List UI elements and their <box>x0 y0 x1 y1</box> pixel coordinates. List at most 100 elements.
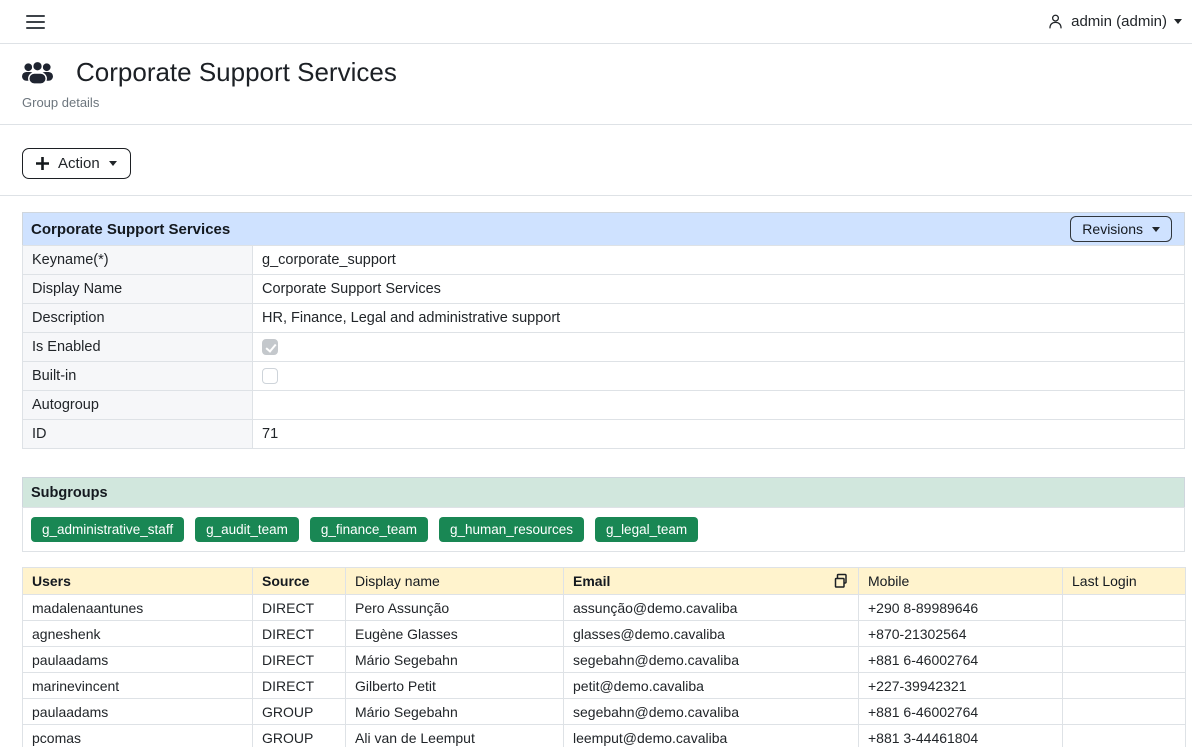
mobile-column-header: Mobile <box>859 568 1063 595</box>
subgroup-badge[interactable]: g_administrative_staff <box>31 517 184 542</box>
topbar: admin (admin) <box>0 0 1192 44</box>
subgroups-badges-row: g_administrative_staff g_audit_team g_fi… <box>22 507 1185 552</box>
cell-email: segebahn@demo.cavaliba <box>564 699 859 725</box>
user-row: pcomas GROUP Ali van de Leemput leemput@… <box>23 725 1186 747</box>
detail-row: Keyname(*) g_corporate_support <box>23 246 1185 275</box>
checkbox-checked <box>262 339 278 355</box>
email-column-label: Email <box>573 573 610 589</box>
detail-row: Display Name Corporate Support Services <box>23 275 1185 304</box>
group-users-icon <box>22 60 53 86</box>
email-column-header: Email <box>564 568 859 595</box>
revisions-button-label: Revisions <box>1082 221 1143 237</box>
cell-source: GROUP <box>253 699 346 725</box>
cell-last-login <box>1063 699 1186 725</box>
cell-source: DIRECT <box>253 595 346 621</box>
cell-last-login <box>1063 621 1186 647</box>
cell-username: paulaadams <box>23 699 253 725</box>
cell-display-name: Gilberto Petit <box>346 673 564 699</box>
detail-row: Is Enabled <box>23 333 1185 362</box>
cell-username: pcomas <box>23 725 253 747</box>
cell-email: glasses@demo.cavaliba <box>564 621 859 647</box>
cell-mobile: +881 3-44461804 <box>859 725 1063 747</box>
subgroup-badge[interactable]: g_human_resources <box>439 517 584 542</box>
display-name-column-header: Display name <box>346 568 564 595</box>
detail-row-label: Autogroup <box>23 391 253 420</box>
detail-row: Built-in <box>23 362 1185 391</box>
cell-mobile: +881 6-46002764 <box>859 699 1063 725</box>
person-icon <box>1047 13 1064 30</box>
cell-username: agneshenk <box>23 621 253 647</box>
detail-row-label: ID <box>23 420 253 449</box>
detail-row: ID 71 <box>23 420 1185 449</box>
detail-row-value: 71 <box>253 420 1185 449</box>
page-head: Corporate Support Services Group details <box>0 44 1192 110</box>
detail-row-label: Built-in <box>23 362 253 391</box>
users-column-header: Users <box>23 568 253 595</box>
detail-row-value: HR, Finance, Legal and administrative su… <box>253 304 1185 333</box>
cell-username: madalenaantunes <box>23 595 253 621</box>
subgroup-badge[interactable]: g_legal_team <box>595 517 698 542</box>
group-detail-panel: Corporate Support Services Revisions Key… <box>22 212 1185 449</box>
action-button-label: Action <box>58 155 100 172</box>
detail-row-label: Display Name <box>23 275 253 304</box>
copy-icon[interactable] <box>833 573 849 589</box>
detail-row: Description HR, Finance, Legal and admin… <box>23 304 1185 333</box>
revisions-dropdown-button[interactable]: Revisions <box>1070 216 1172 242</box>
cell-display-name: Mário Segebahn <box>346 647 564 673</box>
action-dropdown-button[interactable]: Action <box>22 148 131 179</box>
user-row: paulaadams DIRECT Mário Segebahn segebah… <box>23 647 1186 673</box>
cell-username: marinevincent <box>23 673 253 699</box>
page-subtitle: Group details <box>22 95 1170 110</box>
plus-icon <box>36 157 49 170</box>
checkbox-unchecked <box>262 368 278 384</box>
cell-email: leemput@demo.cavaliba <box>564 725 859 747</box>
last-login-column-header: Last Login <box>1063 568 1186 595</box>
detail-row-label: Description <box>23 304 253 333</box>
cell-last-login <box>1063 647 1186 673</box>
user-row: madalenaantunes DIRECT Pero Assunção ass… <box>23 595 1186 621</box>
cell-source: DIRECT <box>253 647 346 673</box>
page-title: Corporate Support Services <box>76 57 397 88</box>
cell-display-name: Ali van de Leemput <box>346 725 564 747</box>
cell-display-name: Mário Segebahn <box>346 699 564 725</box>
cell-source: GROUP <box>253 725 346 747</box>
cell-mobile: +870-21302564 <box>859 621 1063 647</box>
users-table: Users Source Display name Email Mo <box>22 567 1186 747</box>
detail-row-label: Is Enabled <box>23 333 253 362</box>
cell-mobile: +881 6-46002764 <box>859 647 1063 673</box>
subgroup-badge[interactable]: g_audit_team <box>195 517 299 542</box>
detail-row-value: g_corporate_support <box>253 246 1185 275</box>
cell-username: paulaadams <box>23 647 253 673</box>
subgroup-badge[interactable]: g_finance_team <box>310 517 428 542</box>
cell-email: petit@demo.cavaliba <box>564 673 859 699</box>
users-table-header-row: Users Source Display name Email Mo <box>23 568 1186 595</box>
subgroups-panel-header: Subgroups <box>22 477 1185 507</box>
chevron-down-icon <box>1152 227 1160 232</box>
detail-row-value <box>253 362 1185 391</box>
source-column-header: Source <box>253 568 346 595</box>
detail-row-value <box>253 391 1185 420</box>
cell-last-login <box>1063 725 1186 747</box>
detail-row-label: Keyname(*) <box>23 246 253 275</box>
cell-display-name: Pero Assunção <box>346 595 564 621</box>
cell-email: segebahn@demo.cavaliba <box>564 647 859 673</box>
chevron-down-icon <box>1174 19 1182 24</box>
hamburger-menu-icon[interactable] <box>24 11 47 33</box>
user-menu-label: admin (admin) <box>1071 13 1167 30</box>
subgroups-title: Subgroups <box>31 485 108 501</box>
group-detail-table: Keyname(*) g_corporate_support Display N… <box>22 245 1185 449</box>
user-row: marinevincent DIRECT Gilberto Petit peti… <box>23 673 1186 699</box>
cell-source: DIRECT <box>253 673 346 699</box>
detail-row-value <box>253 333 1185 362</box>
cell-display-name: Eugène Glasses <box>346 621 564 647</box>
user-menu[interactable]: admin (admin) <box>1047 13 1182 30</box>
action-bar: Action <box>0 125 1192 195</box>
cell-email: assunção@demo.cavaliba <box>564 595 859 621</box>
divider <box>0 195 1192 196</box>
user-row: agneshenk DIRECT Eugène Glasses glasses@… <box>23 621 1186 647</box>
user-row: paulaadams GROUP Mário Segebahn segebahn… <box>23 699 1186 725</box>
cell-mobile: +290 8-89989646 <box>859 595 1063 621</box>
detail-row-value: Corporate Support Services <box>253 275 1185 304</box>
chevron-down-icon <box>109 161 117 166</box>
cell-mobile: +227-39942321 <box>859 673 1063 699</box>
